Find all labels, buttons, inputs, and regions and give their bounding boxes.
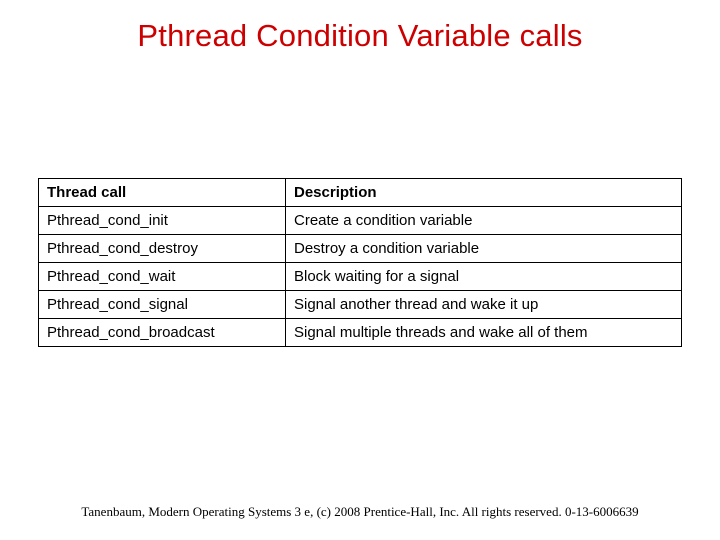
- cell-desc: Create a condition variable: [286, 207, 682, 235]
- cell-desc: Destroy a condition variable: [286, 235, 682, 263]
- table-row: Pthread_cond_wait Block waiting for a si…: [39, 263, 682, 291]
- cell-call: Pthread_cond_broadcast: [39, 319, 286, 347]
- table-header-row: Thread call Description: [39, 179, 682, 207]
- cell-call: Pthread_cond_wait: [39, 263, 286, 291]
- calls-table: Thread call Description Pthread_cond_ini…: [38, 178, 682, 347]
- cell-call: Pthread_cond_destroy: [39, 235, 286, 263]
- footer-citation: Tanenbaum, Modern Operating Systems 3 e,…: [0, 504, 720, 520]
- table-row: Pthread_cond_signal Signal another threa…: [39, 291, 682, 319]
- cell-desc: Block waiting for a signal: [286, 263, 682, 291]
- slide-title: Pthread Condition Variable calls: [0, 18, 720, 54]
- cell-desc: Signal multiple threads and wake all of …: [286, 319, 682, 347]
- table-row: Pthread_cond_init Create a condition var…: [39, 207, 682, 235]
- table-row: Pthread_cond_broadcast Signal multiple t…: [39, 319, 682, 347]
- header-description: Description: [286, 179, 682, 207]
- cell-call: Pthread_cond_init: [39, 207, 286, 235]
- cell-desc: Signal another thread and wake it up: [286, 291, 682, 319]
- table-row: Pthread_cond_destroy Destroy a condition…: [39, 235, 682, 263]
- cell-call: Pthread_cond_signal: [39, 291, 286, 319]
- header-thread-call: Thread call: [39, 179, 286, 207]
